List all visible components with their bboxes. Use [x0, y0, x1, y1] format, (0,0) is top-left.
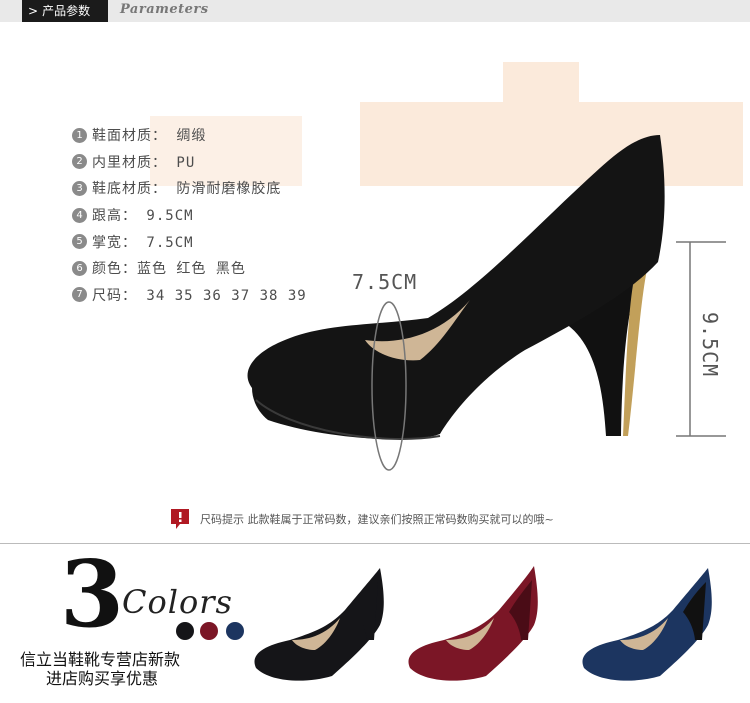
variant-shoe-blue [582, 568, 712, 681]
store-promo-line: 进店购买享优惠 [46, 669, 159, 688]
